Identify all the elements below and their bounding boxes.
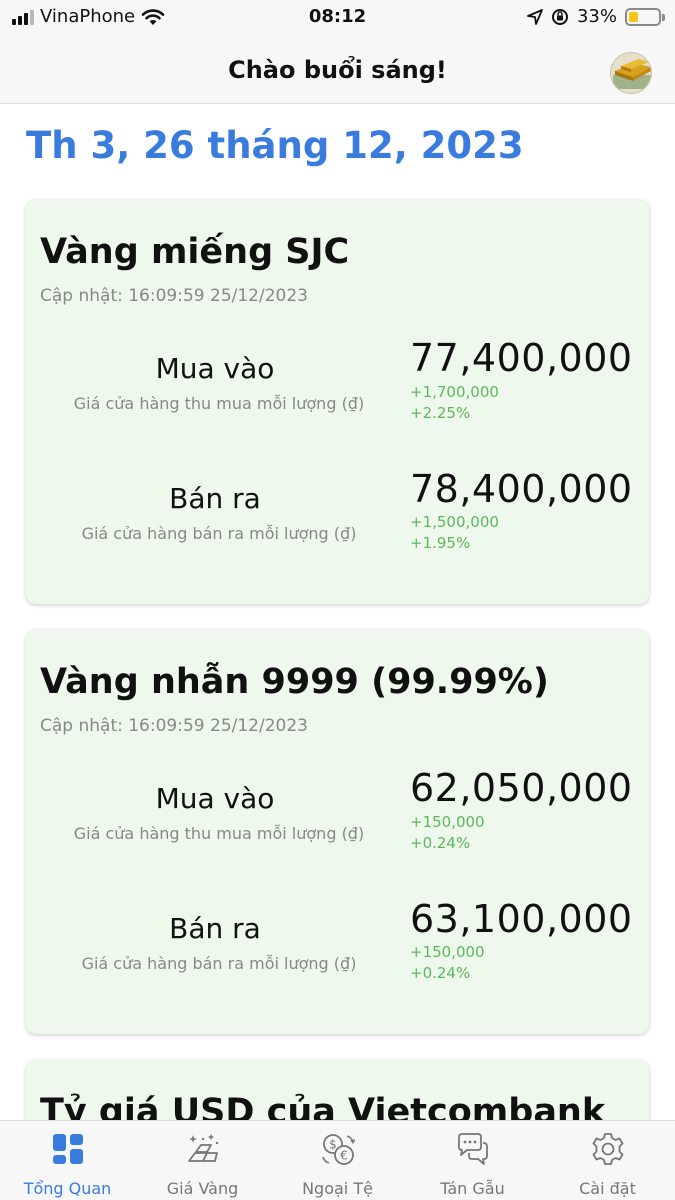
sell-price: 78,400,000 (410, 467, 633, 511)
svg-text:$: $ (329, 1138, 337, 1152)
status-bar: VinaPhone 08:12 33% (0, 0, 675, 36)
gold-bars-icon (187, 1134, 218, 1162)
buy-sublabel: Giá cửa hàng thu mua mỗi lượng (₫) (73, 824, 365, 843)
gold-price-card[interactable]: Vàng miếng SJC Cập nhật: 16:09:59 25/12/… (26, 200, 649, 604)
buy-label: Mua vào (155, 782, 275, 815)
dashboard-icon (52, 1134, 83, 1164)
battery-percent: 33% (576, 6, 617, 27)
sell-change-percent: +0.24% (410, 964, 471, 982)
sell-sublabel: Giá cửa hàng bán ra mỗi lượng (₫) (81, 954, 357, 973)
location-arrow-icon (527, 8, 543, 25)
tab-label: Ngoại Tệ (302, 1179, 373, 1198)
gold-price-card[interactable]: Vàng nhẫn 9999 (99.99%) Cập nhật: 16:09:… (26, 630, 649, 1034)
battery-icon (625, 7, 665, 26)
tab-label: Tán Gẫu (440, 1179, 505, 1198)
buy-change-percent: +2.25% (410, 404, 471, 422)
bottom-tab-bar: Tổng Quan Giá Vàng $ € Ngoại Tệ Tán Gẫu … (0, 1120, 675, 1200)
sell-change: +1,500,000 (410, 513, 499, 531)
buy-change: +1,700,000 (410, 383, 499, 401)
buy-price: 62,050,000 (410, 766, 633, 810)
gold-avatar-icon (611, 53, 651, 93)
buy-label: Mua vào (155, 352, 275, 385)
tab-chat[interactable]: Tán Gẫu (405, 1121, 540, 1200)
card-title: Vàng nhẫn 9999 (99.99%) (40, 662, 549, 702)
tab-gold-price[interactable]: Giá Vàng (135, 1121, 270, 1200)
tab-label: Cài đặt (579, 1179, 636, 1198)
chat-bubbles-icon (457, 1133, 488, 1165)
current-date: Th 3, 26 tháng 12, 2023 (26, 124, 524, 167)
updated-time: Cập nhật: 16:09:59 25/12/2023 (40, 716, 308, 736)
status-right: 33% (527, 6, 665, 27)
currency-exchange-icon: $ € (321, 1134, 355, 1165)
sell-change: +150,000 (410, 943, 485, 961)
sell-sublabel: Giá cửa hàng bán ra mỗi lượng (₫) (81, 524, 357, 543)
sell-change-percent: +1.95% (410, 534, 471, 552)
sell-price: 63,100,000 (410, 897, 633, 941)
updated-time: Cập nhật: 16:09:59 25/12/2023 (40, 286, 308, 306)
tab-settings[interactable]: Cài đặt (540, 1121, 675, 1200)
app-header: Chào buổi sáng! (0, 36, 675, 104)
buy-change-percent: +0.24% (410, 834, 471, 852)
svg-text:€: € (340, 1149, 348, 1163)
tab-label: Giá Vàng (166, 1179, 239, 1198)
gear-icon (592, 1133, 623, 1165)
tab-foreign-currency[interactable]: $ € Ngoại Tệ (270, 1121, 405, 1200)
page-title: Chào buổi sáng! (228, 56, 447, 84)
orientation-lock-icon (551, 8, 568, 25)
sell-label: Bán ra (169, 482, 261, 515)
card-title: Vàng miếng SJC (40, 232, 350, 272)
avatar[interactable] (610, 52, 652, 94)
buy-price: 77,400,000 (410, 336, 633, 380)
buy-sublabel: Giá cửa hàng thu mua mỗi lượng (₫) (73, 394, 365, 413)
tab-overview[interactable]: Tổng Quan (0, 1121, 135, 1200)
tab-label: Tổng Quan (23, 1179, 112, 1198)
buy-change: +150,000 (410, 813, 485, 831)
sell-label: Bán ra (169, 912, 261, 945)
